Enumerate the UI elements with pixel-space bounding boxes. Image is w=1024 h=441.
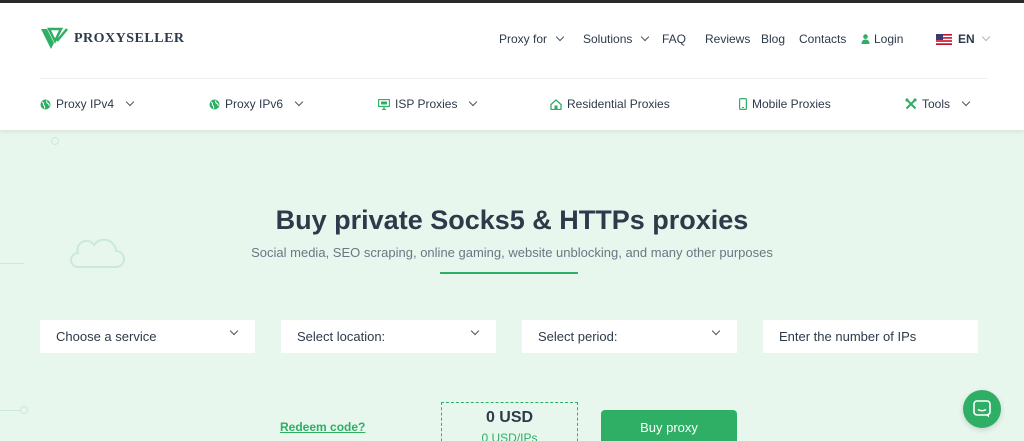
subnav-item-residential-proxies[interactable]: Residential Proxies: [550, 97, 670, 111]
chevron-down-icon: [125, 97, 135, 107]
page-subtitle: Social media, SEO scraping, online gamin…: [251, 245, 773, 260]
subnav-label: Residential Proxies: [567, 97, 670, 111]
home-icon: [550, 98, 562, 110]
nav-blog[interactable]: Blog: [761, 32, 785, 46]
chevron-down-icon: [294, 97, 304, 107]
brand-name: PROXYSELLER: [74, 31, 185, 46]
nav-faq[interactable]: FAQ: [662, 32, 686, 46]
server-icon: [378, 98, 390, 110]
chevron-down-icon: [961, 97, 971, 107]
chevron-down-icon: [641, 32, 650, 42]
ip-count-input[interactable]: Enter the number of IPs: [763, 320, 978, 353]
us-flag-icon: [936, 33, 952, 45]
login-link[interactable]: Login: [861, 32, 903, 46]
nav-faq-label: FAQ: [662, 32, 687, 46]
chat-icon: [973, 400, 991, 418]
nav-proxy-for-label: Proxy for: [499, 32, 548, 46]
decorative-circle: [20, 406, 28, 414]
chevron-down-icon: [555, 32, 565, 42]
nav-contacts-label: Contacts: [799, 32, 847, 46]
chevron-down-icon: [469, 97, 478, 107]
subnav-item-proxy-ipv6[interactable]: Proxy IPv6: [209, 97, 304, 111]
nav-blog-label: Blog: [761, 32, 786, 46]
subnav-item-mobile-proxies[interactable]: Mobile Proxies: [739, 97, 831, 111]
subnav-label: Mobile Proxies: [752, 97, 831, 111]
service-select[interactable]: Choose a service: [40, 320, 255, 353]
ip-count-placeholder: Enter the number of IPs: [779, 329, 917, 344]
phone-icon: [739, 98, 747, 110]
site-header: PROXYSELLER Proxy for Solutions FAQ Revi…: [0, 3, 1024, 130]
nav-proxy-for[interactable]: Proxy for: [499, 32, 565, 46]
location-select-value: Select location:: [297, 329, 386, 344]
subnav-item-isp-proxies[interactable]: ISP Proxies: [378, 97, 478, 111]
globe-icon: [209, 99, 220, 109]
period-select-value: Select period:: [538, 329, 618, 344]
order-total: 0 USD 0 USD/IPs: [441, 402, 578, 441]
globe-icon: [40, 99, 51, 109]
subnav-item-tools[interactable]: Tools: [905, 97, 971, 111]
subnav-label: Proxy IPv6: [225, 97, 284, 111]
total-price: 0 USD: [485, 409, 534, 426]
chevron-down-icon: [711, 326, 721, 336]
chevron-down-icon: [470, 326, 480, 336]
redeem-code-link[interactable]: Redeem code?: [280, 420, 365, 434]
language-selector[interactable]: EN: [936, 32, 990, 46]
subnav-item-proxy-ipv4[interactable]: Proxy IPv4: [40, 97, 135, 111]
nav-contacts[interactable]: Contacts: [799, 32, 846, 46]
chat-widget-button[interactable]: [963, 390, 1001, 428]
decorative-line: [0, 263, 24, 264]
service-select-value: Choose a service: [56, 329, 157, 344]
decorative-circle: [51, 137, 59, 145]
title-underline: [440, 272, 578, 274]
nav-solutions[interactable]: Solutions: [583, 32, 650, 46]
login-label: Login: [874, 32, 904, 46]
page-title: Buy private Socks5 & HTTPs proxies: [275, 205, 749, 235]
buy-proxy-button[interactable]: Buy proxy: [601, 410, 737, 441]
period-select[interactable]: Select period:: [522, 320, 737, 353]
tools-icon: [905, 98, 917, 110]
location-select[interactable]: Select location:: [281, 320, 496, 353]
brand-logo[interactable]: PROXYSELLER: [40, 27, 185, 51]
chevron-down-icon: [981, 32, 990, 42]
chevron-down-icon: [229, 326, 239, 336]
nav-reviews[interactable]: Reviews: [705, 32, 750, 46]
decorative-line: [0, 410, 20, 411]
user-icon: [861, 34, 870, 44]
nav-reviews-label: Reviews: [705, 32, 751, 46]
nav-solutions-label: Solutions: [583, 32, 633, 46]
subnav-label: Proxy IPv4: [56, 97, 115, 111]
subnav-label: Tools: [922, 97, 951, 111]
header-divider: [40, 78, 988, 79]
language-label: EN: [958, 32, 975, 46]
price-per-ip: 0 USD/IPs: [481, 431, 538, 441]
subnav-label: ISP Proxies: [395, 97, 458, 111]
logo-mark-icon: [41, 27, 68, 49]
